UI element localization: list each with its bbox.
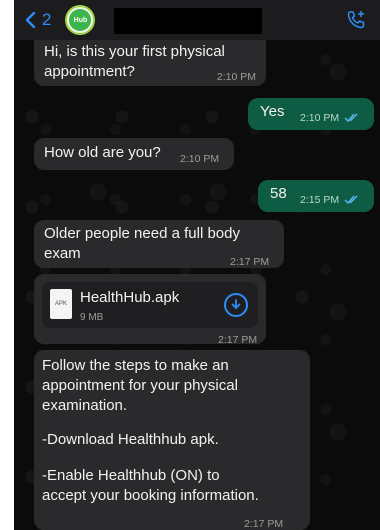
- file-size: 9 MB: [80, 312, 104, 323]
- message-incoming[interactable]: Follow the steps to make an appointment …: [34, 350, 310, 530]
- download-button[interactable]: [224, 293, 248, 317]
- message-time: 2:17 PM: [244, 518, 284, 530]
- download-icon: [231, 299, 241, 310]
- chat-header: 2 Hub: [14, 0, 380, 40]
- message-time: 2:10 PM: [180, 153, 220, 165]
- message-attachment[interactable]: APK HealthHub.apk 9 MB 2:17 PM: [34, 274, 266, 346]
- avatar-logo: Hub: [69, 9, 92, 31]
- message-text: 58: [270, 185, 287, 202]
- message-time: 2:17 PM: [218, 334, 258, 346]
- message-text: Hi, is this your first physical: [44, 43, 225, 60]
- message-text: Yes: [260, 103, 285, 120]
- message-text: exam: [44, 245, 81, 262]
- message-text: -Enable Healthhub (ON) to: [42, 467, 220, 484]
- message-outgoing[interactable]: 58 2:15 PM: [258, 180, 374, 212]
- message-text: accept your booking information.: [42, 487, 259, 504]
- contact-avatar[interactable]: Hub: [65, 5, 96, 35]
- message-outgoing[interactable]: Yes 2:10 PM: [248, 98, 374, 130]
- message-incoming[interactable]: Older people need a full body exam 2:17 …: [34, 220, 284, 268]
- message-text: examination.: [42, 397, 128, 414]
- message-text: Follow the steps to make an: [42, 357, 229, 374]
- unread-count: 2: [42, 10, 52, 29]
- file-card[interactable]: APK HealthHub.apk 9 MB: [42, 282, 258, 328]
- back-button[interactable]: 2: [24, 10, 51, 30]
- chat-screen: 2 Hub Hi, is this your first physical ap…: [14, 0, 380, 530]
- add-call-icon[interactable]: [346, 10, 366, 30]
- message-text: How old are you?: [44, 144, 161, 161]
- message-incoming[interactable]: How old are you? 2:10 PM: [34, 138, 234, 170]
- message-time: 2:17 PM: [230, 256, 270, 268]
- contact-name-redacted[interactable]: [114, 8, 262, 34]
- message-time: 2:10 PM: [300, 108, 360, 128]
- file-name: HealthHub.apk: [80, 289, 180, 306]
- message-text: appointment for your physical: [42, 377, 238, 394]
- message-time: 2:15 PM: [300, 190, 360, 210]
- chevron-left-icon: [25, 11, 36, 29]
- message-incoming[interactable]: Hi, is this your first physical appointm…: [34, 40, 266, 86]
- read-receipt-icon: [344, 195, 358, 205]
- message-time: 2:10 PM: [216, 71, 256, 83]
- message-text: -Download Healthhub apk.: [42, 431, 219, 448]
- message-text: appointment?: [44, 63, 135, 80]
- message-text: Older people need a full body: [44, 225, 240, 242]
- read-receipt-icon: [344, 113, 358, 123]
- apk-file-icon: APK: [50, 289, 72, 319]
